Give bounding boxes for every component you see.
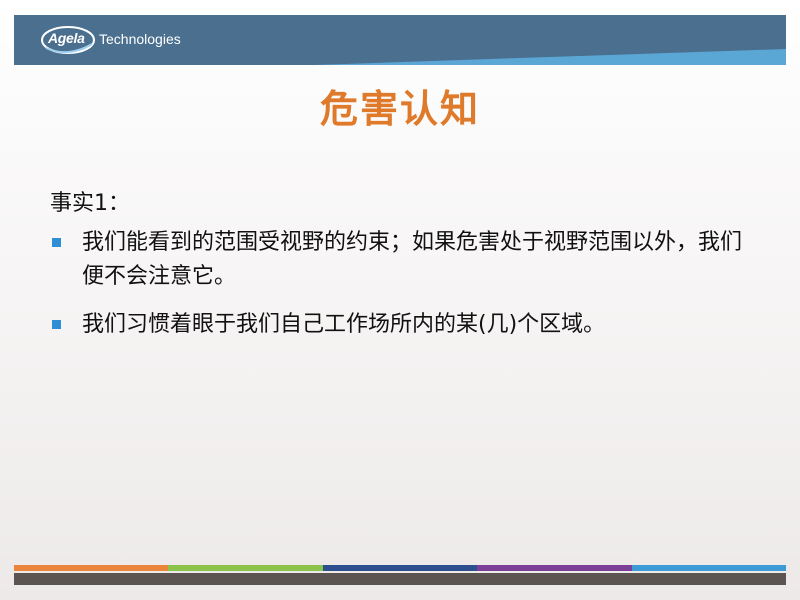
bullet-item: 我们习惯着眼于我们自己工作场所内的某(几)个区域。 <box>50 308 760 342</box>
bullet-item: 我们能看到的范围受视野的约束；如果危害处于视野范围以外，我们便不会注意它。 <box>50 226 760 294</box>
bullet-text: 我们能看到的范围受视野的约束；如果危害处于视野范围以外，我们便不会注意它。 <box>82 230 743 289</box>
brand-name: Technologies <box>99 31 181 47</box>
logo-text: Agela <box>48 30 85 46</box>
bullet-text: 我们习惯着眼于我们自己工作场所内的某(几)个区域。 <box>82 312 606 337</box>
footer-stripe-blue <box>631 565 787 571</box>
fact-label: 事实1： <box>50 191 130 216</box>
slide: Agela Technologies 危害认知 事实1： 我们能看到的范围受视野… <box>0 0 800 600</box>
footer-dark-bar <box>14 573 786 585</box>
square-bullet-icon <box>52 238 61 247</box>
footer-color-stripes <box>14 565 787 571</box>
footer-stripe-navy <box>322 565 478 571</box>
square-bullet-icon <box>52 320 61 329</box>
footer-stripe-purple <box>477 565 632 571</box>
agela-logo: Agela <box>40 24 96 56</box>
slide-title: 危害认知 <box>319 87 480 131</box>
footer-stripe-green <box>168 565 323 571</box>
bullet-list: 我们能看到的范围受视野的约束；如果危害处于视野范围以外，我们便不会注意它。 我们… <box>50 226 760 356</box>
footer-stripe-orange <box>14 565 169 571</box>
